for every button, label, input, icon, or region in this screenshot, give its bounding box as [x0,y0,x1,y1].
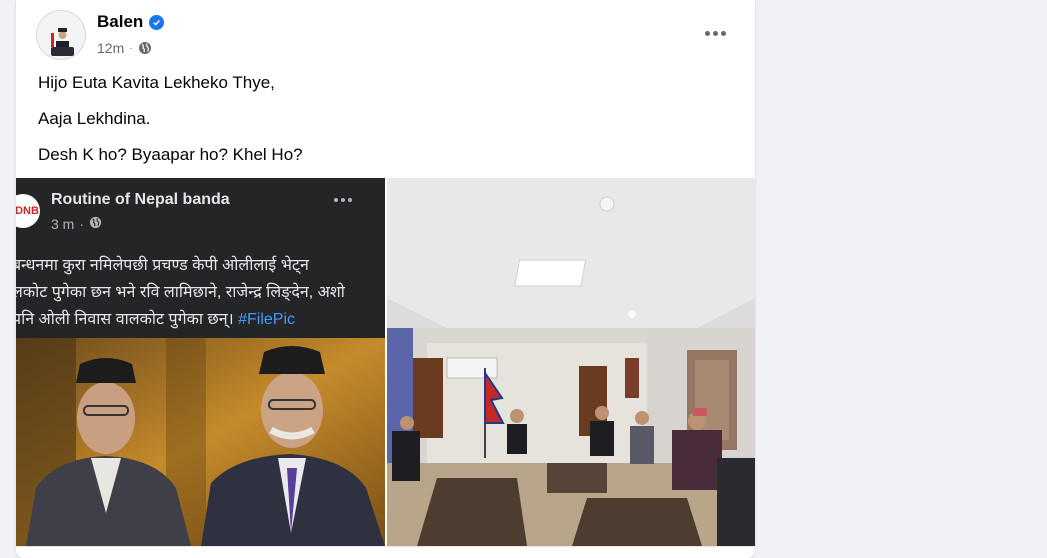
post-header: Balen 12m · [16,0,755,70]
hashtag-link: #FilePic [238,311,296,328]
shared-post-text: बन्धनमा कुरा नमिलेपछी प्रचण्ड केपी ओलीला… [16,252,385,333]
author-name[interactable]: Balen [97,12,143,32]
more-dot-icon [704,30,710,36]
post-media: DNB Routine of Nepal banda 3 m · बन्धनमा… [16,178,755,546]
shared-page-avatar: DNB [16,194,40,228]
globe-icon [138,41,152,55]
shared-text-line: बन्धनमा कुरा नमिलेपछी प्रचण्ड केपी ओलीला… [16,257,309,274]
globe-icon [89,216,102,232]
post-text-line: Aaja Lekhdina. [38,109,151,128]
shared-post-meta: 3 m · [51,216,102,232]
verified-badge-icon [149,14,165,30]
shared-text-line: लकोट पुगेका छन भने रवि लामिछाने, राजेन्द… [16,284,345,301]
more-dot-icon [720,30,726,36]
shared-text-line: पनि ओली निवास वालकोट पुगेका छन्। #FilePi… [16,306,385,333]
shared-page-avatar-text: DNB [16,205,39,217]
author-row: Balen [97,12,165,32]
meeting-room-photo[interactable] [387,178,755,546]
shared-post-time: 3 m [51,216,75,232]
shared-page-name: Routine of Nepal banda [51,191,230,208]
shared-post-card: DNB Routine of Nepal banda 3 m · बन्धनमा… [16,178,385,338]
post-footer [16,546,755,558]
post-text: Hijo Euta Kavita Lekheko Thye, Aaja Lekh… [38,72,303,180]
more-options-button[interactable] [697,22,733,44]
post-time[interactable]: 12m [97,40,124,56]
shared-more-icon [334,198,352,202]
shared-post-screenshot[interactable]: DNB Routine of Nepal banda 3 m · बन्धनमा… [16,178,385,546]
more-dot-icon [712,30,718,36]
post-text-line: Hijo Euta Kavita Lekheko Thye, [38,73,275,92]
feed-post: Balen 12m · Hijo Euta Kavita Lekheko Thy… [16,0,755,558]
post-text-line: Desh K ho? Byaapar ho? Khel Ho? [38,145,303,164]
post-meta: 12m · [97,40,152,56]
meta-separator: · [79,216,85,232]
meta-separator: · [129,42,133,54]
author-avatar[interactable] [36,10,86,60]
politicians-photo [16,338,385,546]
shared-text-line-3: पनि ओली निवास वालकोट पुगेका छन्। [16,311,234,328]
